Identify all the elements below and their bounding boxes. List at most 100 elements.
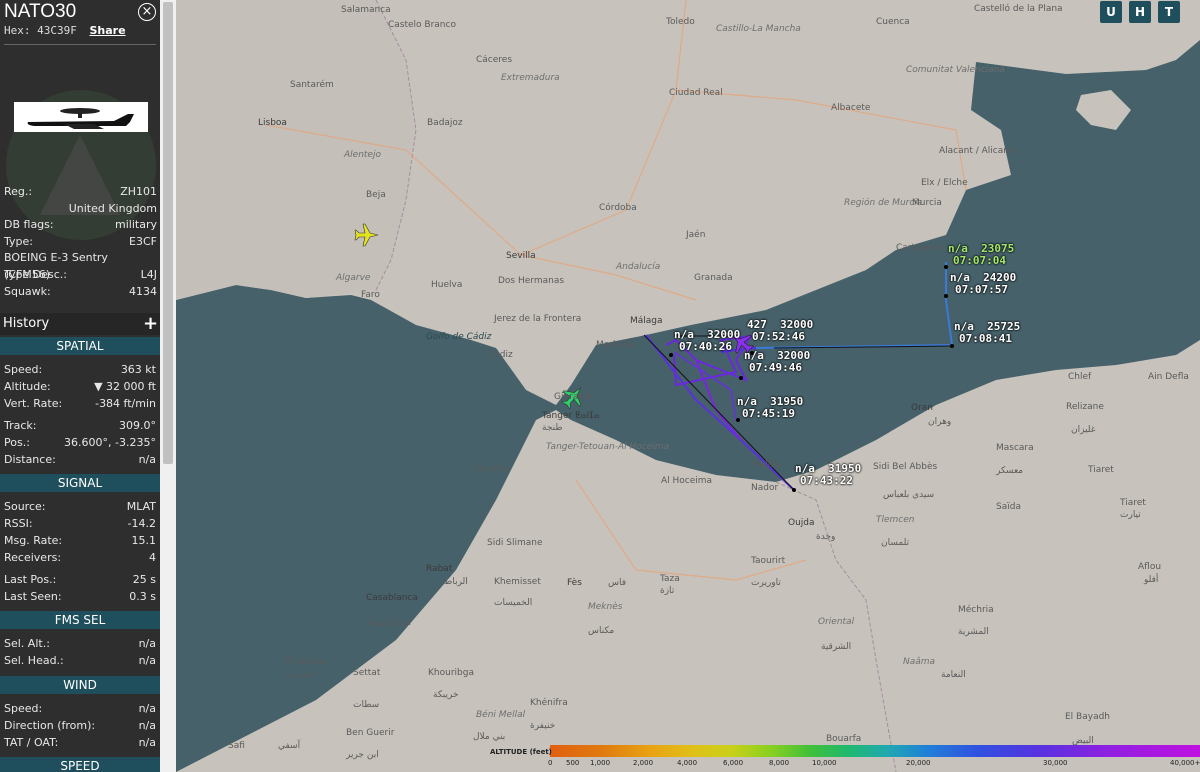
wind-section: Speed: n/a Direction (from): n/a TAT / OAT… [4, 700, 156, 751]
place-label: Saïda [996, 502, 1021, 512]
aircraft-details: Reg.: ZH101 United Kingdom DB flags: mil… [4, 184, 157, 300]
place-label: Cádiz [488, 350, 513, 360]
place-label: الشرقية [821, 642, 852, 652]
place-label: غليزان [1071, 425, 1096, 435]
altitude-ticks: 0 500 1,000 2,000 4,000 6,000 8,000 10,0… [548, 759, 1200, 769]
place-label: بني ملال [473, 732, 506, 742]
row-value: MLAT [126, 500, 156, 513]
place-label: Faro [361, 290, 380, 300]
place-label: Béni Mellal [476, 710, 526, 720]
speed-row: Speed: 363 kt [4, 361, 156, 378]
place-label: Casablanca [366, 593, 418, 603]
place-label: Oriental [818, 617, 855, 627]
place-label: Melilla [752, 460, 781, 470]
row-label: TAT / OAT: [4, 736, 59, 749]
row-label: Source: [4, 500, 46, 513]
map-toggle-buttons: U H T [1100, 1, 1180, 23]
map-view[interactable]: Salamanca Toledo Cuenca Castelló de la P… [176, 0, 1200, 772]
place-label: وجدة [816, 532, 836, 542]
place-label: Castillo-La Mancha [716, 24, 801, 34]
place-label: Beja [366, 190, 386, 200]
row-value: n/a [138, 453, 156, 466]
close-icon[interactable]: × [138, 3, 156, 21]
scrollbar-thumb[interactable] [163, 2, 173, 464]
row-label: Pos.: [4, 436, 30, 449]
type-row: Type: E3CF [4, 234, 157, 251]
place-label: Cartagena [896, 243, 944, 253]
sel-head-row: Sel. Head.: n/a [4, 652, 156, 669]
place-label: Oran [911, 403, 934, 413]
place-label: Badajoz [427, 118, 463, 128]
row-label: Direction (from): [4, 719, 96, 732]
place-label: Meknès [588, 602, 623, 612]
place-label: سطات [353, 700, 380, 710]
row-label: Sel. Alt.: [4, 637, 50, 650]
place-label: Aflou [1138, 562, 1162, 572]
tracks-button[interactable]: T [1158, 1, 1180, 23]
row-label: Speed: [4, 363, 43, 376]
sidebar-scrollbar[interactable] [160, 0, 176, 772]
place-label: Cuenca [876, 17, 910, 27]
place-label: El Bayadh [1065, 712, 1110, 722]
row-label: Last Pos.: [4, 573, 57, 586]
track-time: 07:45:19 [742, 407, 795, 420]
expand-plus-icon[interactable]: + [143, 313, 158, 334]
row-value: 0.3 s [129, 590, 156, 603]
row-value: 36.600°, -3.235° [64, 436, 156, 449]
row-value: -14.2 [127, 517, 156, 530]
place-label: Castelló de la Plana [974, 4, 1063, 14]
share-link[interactable]: Share [90, 24, 126, 37]
place-label: Naâma [903, 657, 936, 667]
place-label: Oujda [788, 518, 815, 528]
row-label: Vert. Rate: [4, 397, 63, 410]
place-label: وهران [928, 417, 952, 427]
history-header[interactable]: History + [0, 313, 160, 335]
info-value: ZH101 [120, 185, 157, 198]
last-pos-row: Last Pos.: 25 s [4, 571, 156, 588]
place-label: Jaén [686, 230, 706, 240]
aircraft-photo[interactable] [14, 102, 148, 132]
altitude-tick: 10,000 [812, 759, 837, 767]
divider [4, 44, 156, 45]
type-name-row: BOEING E-3 Sentry (CFM56) [4, 250, 157, 281]
history-label: History [3, 316, 50, 331]
rssi-row: RSSI: -14.2 [4, 515, 156, 532]
track-label: n/a 31950 07:45:19 [737, 396, 803, 420]
altitude-tick: 500 [566, 759, 580, 767]
units-button[interactable]: U [1100, 1, 1122, 23]
place-label: Khouribga [428, 668, 474, 678]
type-desc-row: Type Desc.: L4J [4, 267, 157, 284]
info-value: 4134 [129, 284, 157, 298]
place-label: Fès [567, 578, 582, 588]
db-flags-row: DB flags: military [4, 217, 157, 234]
altitude-legend: ALTITUDE (feet) 0 500 1,000 2,000 4,000 … [490, 745, 1200, 772]
row-label: Altitude: [4, 380, 51, 393]
track-time: 07:07:57 [955, 283, 1008, 296]
place-label: Jerez de la Frontera [494, 314, 582, 324]
row-value: 4 [149, 551, 156, 564]
section-signal: SIGNAL [0, 474, 160, 492]
row-label: Last Seen: [4, 590, 62, 603]
track-time: 07:52:46 [752, 330, 805, 343]
place-label: Méchria [958, 605, 994, 615]
place-label: Lisboa [258, 118, 287, 128]
place-label: تاوريرت [751, 578, 781, 588]
info-label: Reg.: [4, 185, 33, 198]
place-label: Cáceres [476, 55, 513, 65]
row-value: n/a [138, 637, 156, 650]
row-value: n/a [138, 719, 156, 732]
track-label: 427 32000 07:52:46 [747, 319, 813, 343]
info-value: United Kingdom [68, 201, 157, 215]
place-label: Granada [694, 273, 733, 283]
history-button[interactable]: H [1129, 1, 1151, 23]
row-value: -384 ft/min [95, 397, 156, 410]
place-label: Taza [660, 574, 680, 584]
registration-row: Reg.: ZH101 [4, 184, 157, 201]
track-label: n/a 24200 07:07:57 [950, 272, 1016, 296]
altitude-tick: 40,000+ [1170, 759, 1200, 767]
place-label: تازة [660, 586, 675, 596]
section-fms: FMS SEL [0, 611, 160, 629]
place-label: Relizane [1066, 402, 1104, 412]
place-label: أفلو [1144, 575, 1159, 585]
place-label: Nador [751, 483, 779, 493]
